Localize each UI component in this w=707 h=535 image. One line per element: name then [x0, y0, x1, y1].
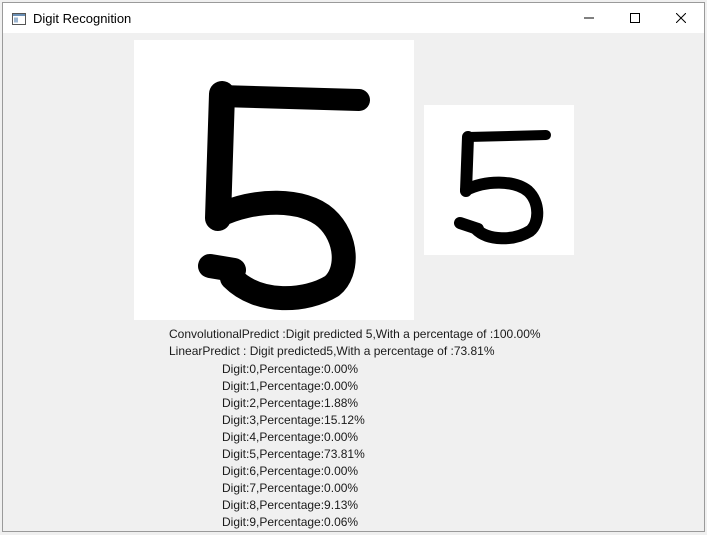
maximize-button[interactable] — [612, 3, 658, 33]
digit-percentage-item: Digit:0,Percentage:0.00% — [222, 362, 359, 376]
digit-percentage-item: Digit:1,Percentage:0.00% — [222, 379, 359, 393]
close-icon — [676, 13, 686, 23]
handwritten-five-drawing — [198, 81, 370, 311]
window-app-icon[interactable] — [12, 12, 26, 25]
digit-percentage-list: Digit:0,Percentage:0.00% Digit:1,Percent… — [222, 361, 365, 531]
title-bar[interactable]: Digit Recognition — [3, 3, 704, 33]
minimize-icon — [584, 17, 594, 19]
digit-percentage-item: Digit:4,Percentage:0.00% — [222, 430, 359, 444]
digit-percentage-item: Digit:5,Percentage:73.81% — [222, 447, 365, 461]
maximize-icon — [630, 13, 640, 23]
digit-percentage-item: Digit:6,Percentage:0.00% — [222, 464, 359, 478]
digit-percentage-item: Digit:8,Percentage:9.13% — [222, 498, 359, 512]
minimize-button[interactable] — [566, 3, 612, 33]
digit-percentage-item: Digit:7,Percentage:0.00% — [222, 481, 359, 495]
digit-percentage-item: Digit:2,Percentage:1.88% — [222, 396, 359, 410]
linear-prediction: LinearPredict : Digit predicted5,With a … — [169, 344, 495, 358]
digit-percentage-item: Digit:9,Percentage:0.06% — [222, 515, 359, 529]
app-window: Digit Recognition ConvolutionalPredict:… — [2, 2, 705, 532]
preview-five-drawing — [454, 130, 551, 245]
preview-canvas — [424, 105, 574, 255]
digit-percentage-item: Digit:3,Percentage:15.12% — [222, 413, 365, 427]
window-title: Digit Recognition — [33, 11, 132, 26]
close-button[interactable] — [658, 3, 704, 33]
convolutional-prediction: ConvolutionalPredict :Digit predicted 5,… — [169, 327, 541, 341]
drawing-canvas[interactable] — [134, 40, 414, 320]
